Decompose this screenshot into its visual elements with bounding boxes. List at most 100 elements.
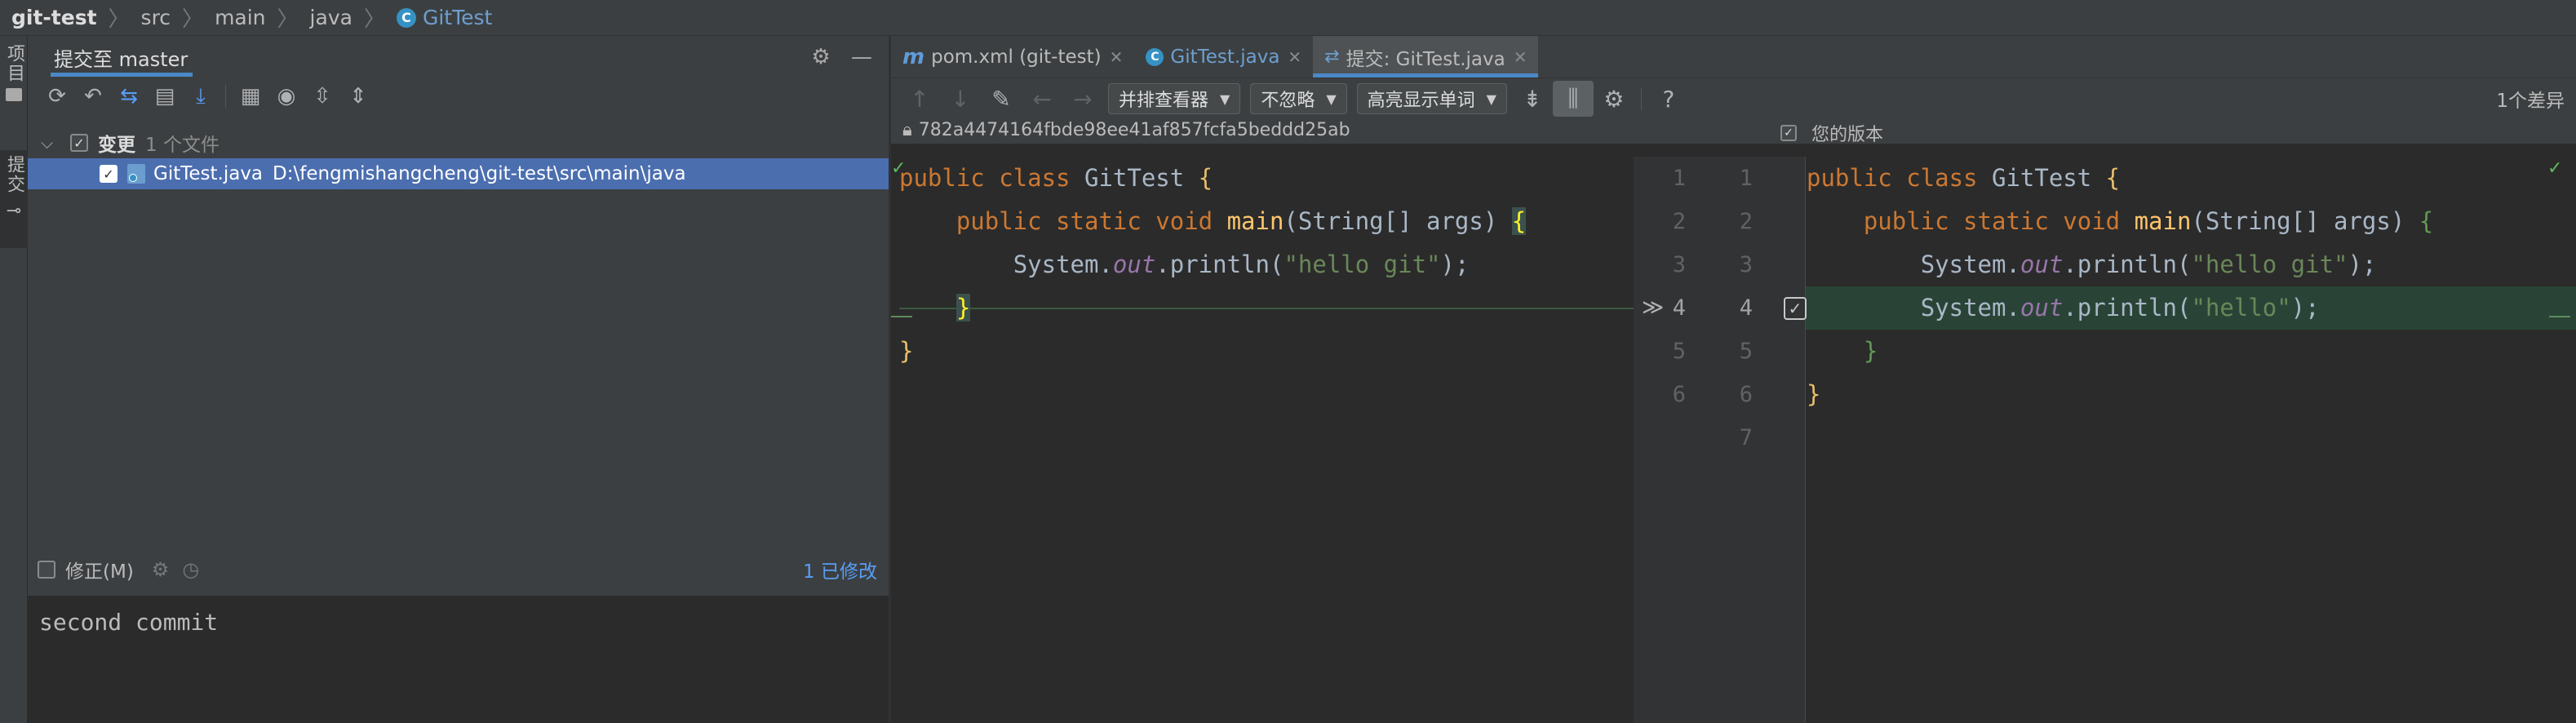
group-by-icon[interactable]: ▦ — [233, 80, 268, 113]
include-all-checkbox[interactable]: ✓ — [1780, 125, 1797, 141]
stripe-tab-commit[interactable]: 提交 ⊸ — [0, 150, 28, 248]
stripe-tab-project[interactable]: 项目 — [0, 44, 28, 142]
toolbar-separator — [225, 85, 226, 108]
close-icon[interactable]: ✕ — [1110, 47, 1124, 67]
expand-all-icon[interactable]: ⇳ — [304, 80, 340, 113]
highlight-dropdown[interactable]: 高亮显示单词 ▼ — [1356, 83, 1507, 114]
close-icon[interactable]: ✕ — [1514, 47, 1527, 67]
modified-count-link[interactable]: 1 已修改 — [803, 556, 877, 583]
sync-scroll-icon[interactable]: ⫼ — [1552, 81, 1594, 117]
right-code-pane[interactable]: public class GitTest { public static voi… — [1807, 157, 2576, 720]
java-file-icon — [127, 164, 145, 184]
breadcrumb-item-java[interactable]: java — [310, 6, 352, 29]
gutter-line: 22 — [1634, 200, 1805, 243]
breadcrumb-item-project[interactable]: git-test — [11, 6, 97, 29]
code-line: public class GitTest { — [899, 157, 1707, 200]
gear-icon[interactable]: ⚙ — [809, 45, 832, 69]
history-clock-icon[interactable]: ◷ — [182, 558, 199, 581]
code-token: System. — [1920, 251, 2020, 278]
left-code-pane[interactable]: public class GitTest { public static voi… — [899, 157, 1707, 720]
tab-pom-xml[interactable]: m pom.xml (git-test) ✕ — [891, 36, 1134, 78]
line-number: 6 — [1672, 382, 1686, 407]
code-token: } — [899, 337, 914, 365]
code-token: public static void — [955, 207, 1227, 235]
code-token: } — [1863, 337, 1878, 365]
refresh-icon[interactable]: ⟳ — [39, 80, 75, 113]
file-checkbox[interactable]: ✓ — [100, 165, 117, 183]
ignore-dropdown[interactable]: 不忽略 ▼ — [1250, 83, 1347, 114]
close-icon[interactable]: ✕ — [1288, 47, 1301, 67]
code-token: ); — [2290, 294, 2320, 322]
arrow-left-icon[interactable]: ← — [1022, 81, 1062, 117]
changes-group-label: 变更 — [98, 135, 135, 156]
ignore-dropdown-label: 不忽略 — [1261, 91, 1315, 111]
code-token: public class — [899, 164, 1084, 192]
edit-icon[interactable]: ✎ — [981, 81, 1022, 117]
breadcrumb-item-main[interactable]: main — [215, 6, 265, 29]
code-token: System. — [1920, 294, 2020, 322]
arrow-right-icon[interactable]: → — [1062, 81, 1103, 117]
code-line: public static void main(String[] args) { — [899, 200, 1707, 243]
diff-icon[interactable]: ⇆ — [111, 80, 147, 113]
line-number: 4 — [1672, 295, 1686, 321]
code-token: "hello git" — [1284, 251, 1441, 278]
eye-icon[interactable]: ◉ — [268, 80, 304, 113]
code-line: public static void main(String[] args) { — [1807, 200, 2576, 243]
amend-label[interactable]: 修正(M) — [65, 556, 134, 583]
rollback-icon[interactable]: ↶ — [75, 80, 111, 113]
code-token: ); — [1440, 251, 1470, 278]
chevron-right-icon: 〉 — [108, 7, 130, 32]
commit-panel-header: 提交至 master ⚙ — — [28, 36, 889, 78]
code-token: .println( — [1155, 251, 1284, 278]
update-icon[interactable]: ⤓ — [183, 80, 219, 113]
commit-icon: ⊸ — [6, 201, 22, 221]
commit-panel-title[interactable]: 提交至 master — [50, 36, 193, 78]
editor-tabs: m pom.xml (git-test) ✕ C GitTest.java ✕ … — [891, 36, 2576, 78]
code-line: public class GitTest { — [1807, 157, 2576, 200]
include-change-checkbox[interactable]: ✓ — [1784, 297, 1807, 320]
tab-commit-diff[interactable]: ⇄ 提交: GitTest.java ✕ — [1313, 36, 1539, 78]
tab-gittest-java[interactable]: C GitTest.java ✕ — [1134, 36, 1313, 78]
code-line: System.out.println("hello git"); — [1807, 243, 2576, 286]
code-token: { — [2105, 164, 2121, 192]
dropdown-arrow-icon: ▼ — [1326, 91, 1337, 107]
chevron-right-icon: 〉 — [182, 7, 204, 32]
shelve-icon[interactable]: ▤ — [147, 80, 183, 113]
code-token: .println( — [2063, 251, 2192, 278]
right-revision-header: ✓ 您的版本 — [1780, 120, 1883, 146]
diff-tab-icon: ⇄ — [1324, 47, 1340, 67]
breadcrumb-item-class[interactable]: C GitTest — [396, 6, 492, 29]
viewer-dropdown-label: 并排查看器 — [1119, 91, 1209, 111]
minimize-icon[interactable]: — — [850, 45, 873, 69]
commit-message-input[interactable]: second commit — [28, 596, 889, 723]
amend-checkbox[interactable] — [38, 561, 55, 579]
code-token: { — [2419, 207, 2434, 235]
group-checkbox[interactable]: ✓ — [70, 134, 88, 152]
breadcrumb: git-test 〉 src 〉 main 〉 java 〉 C GitTest — [0, 0, 2576, 36]
viewer-dropdown[interactable]: 并排查看器 ▼ — [1108, 83, 1241, 114]
commit-options-gear-icon[interactable]: ⚙ — [152, 558, 170, 581]
changes-group-row[interactable]: ⌵ ✓ 变更 1 个文件 — [28, 127, 889, 158]
chevron-down-icon[interactable]: ⌵ — [41, 133, 59, 153]
amend-row: 修正(M) ⚙ ◷ 1 已修改 — [28, 550, 889, 589]
code-token: main — [2134, 207, 2192, 235]
pane-divider — [1805, 157, 1806, 723]
diff-headers: 🔒︎ 782a4474164fbde98ee41af857fcfa5beddd25… — [891, 119, 2576, 146]
help-icon[interactable]: ? — [1648, 81, 1689, 117]
collapse-all-icon[interactable]: ⇕ — [340, 80, 376, 113]
gear-icon[interactable]: ⚙ — [1594, 81, 1634, 117]
arrow-down-icon[interactable]: ↓ — [940, 81, 981, 117]
arrow-up-icon[interactable]: ↑ — [899, 81, 940, 117]
collapse-unchanged-icon[interactable]: ⇟ — [1512, 81, 1553, 117]
code-line-added: System.out.println("hello"); — [1807, 286, 2576, 330]
breadcrumb-item-src[interactable]: src — [141, 6, 171, 29]
code-token: } — [1807, 380, 1821, 408]
line-number: 3 — [1672, 252, 1686, 277]
changed-file-row[interactable]: ✓ GitTest.java D:\fengmishangcheng\git-t… — [28, 158, 889, 189]
stripe-project-label: 项目 — [4, 44, 24, 83]
